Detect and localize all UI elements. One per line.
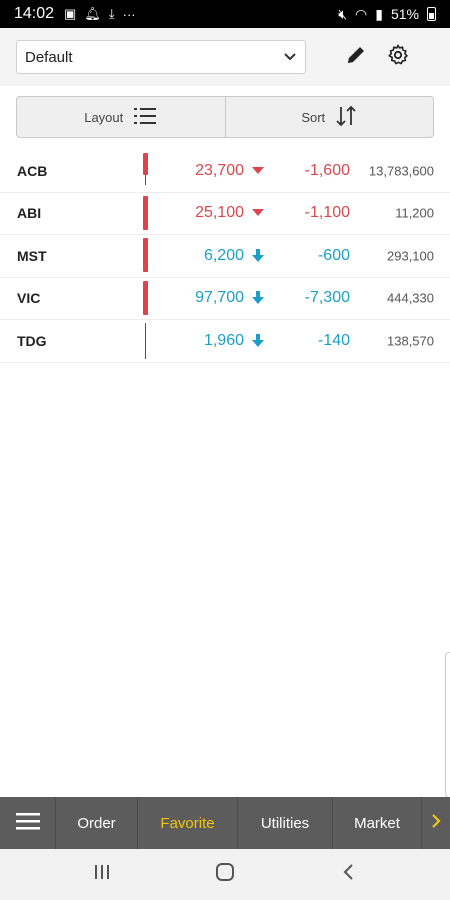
settings-button[interactable] [378, 37, 418, 77]
stock-price: 1,960 [203, 331, 244, 349]
tab-utilities-label: Utilities [260, 814, 310, 832]
bottom-nav: Order Favorite Utilities Market [0, 797, 450, 849]
stock-volume: 138,570 [387, 333, 434, 349]
price-bar [143, 193, 148, 235]
back-icon [341, 862, 355, 887]
sort-label: Sort [301, 109, 326, 125]
mute-icon: 🔇︎ [338, 5, 348, 22]
side-scroll-handle[interactable] [445, 652, 450, 798]
back-button[interactable] [328, 855, 368, 895]
stock-change: -1,100 [304, 204, 350, 222]
stock-change: -1,600 [304, 161, 350, 179]
gear-icon [386, 43, 410, 72]
stock-volume: 444,330 [387, 290, 434, 306]
tab-favorite-label: Favorite [160, 814, 215, 832]
battery-percent: 51% [390, 6, 419, 22]
watchlist-select[interactable]: Default [16, 40, 306, 74]
stock-row[interactable]: ACB 23,700 -1,600 13,783,600 [0, 150, 450, 193]
notification-icons: ▣ 🔔︎ ⤓ ··· [64, 6, 136, 22]
triangle-down-icon [251, 206, 265, 220]
stock-price: 97,700 [195, 289, 244, 307]
sort-button[interactable]: Sort [224, 97, 434, 137]
stock-price: 25,100 [195, 204, 244, 222]
list-icon [133, 106, 157, 129]
hamburger-icon [15, 812, 40, 835]
stock-symbol: ACB [17, 162, 48, 179]
price-bar [143, 235, 148, 277]
price-bar [143, 278, 148, 320]
stock-row[interactable]: ABI 25,100 -1,100 11,200 [0, 193, 450, 235]
recent-apps-button[interactable] [82, 855, 122, 895]
battery-icon [427, 7, 436, 21]
tab-market-label: Market [354, 814, 400, 832]
price-bar [143, 150, 148, 192]
stock-volume: 293,100 [387, 248, 434, 264]
status-bar: 14:02 ▣ 🔔︎ ⤓ ··· 🔇︎ ◠ ▮ 51% [0, 0, 450, 28]
home-button[interactable] [205, 855, 245, 895]
layout-button[interactable]: Layout [17, 97, 225, 137]
tab-order[interactable]: Order [56, 797, 138, 849]
edit-watchlist-button[interactable] [336, 37, 376, 77]
pencil-icon [345, 44, 367, 71]
stock-price: 23,700 [195, 161, 244, 179]
watchlist-select-value: Default [25, 48, 73, 66]
layout-label: Layout [84, 109, 124, 125]
chevron-down-icon [283, 49, 297, 66]
tab-order-label: Order [77, 814, 116, 832]
arrow-down-icon [251, 248, 265, 263]
recent-apps-icon [92, 863, 112, 886]
tab-utilities[interactable]: Utilities [238, 797, 333, 849]
stock-symbol: TDG [17, 332, 47, 349]
arrow-down-icon [251, 333, 265, 348]
tab-favorite[interactable]: Favorite [138, 797, 238, 849]
stock-list: ACB 23,700 -1,600 13,783,600 ABI 25,100 -1,100… [0, 150, 450, 363]
stock-symbol: MST [17, 247, 47, 264]
system-nav-bar [0, 849, 450, 900]
stock-volume: 13,783,600 [368, 163, 434, 179]
tab-market[interactable]: Market [333, 797, 422, 849]
signal-icon: ▮ [375, 5, 383, 22]
menu-button[interactable] [0, 797, 56, 849]
price-bar [143, 320, 147, 362]
arrow-down-icon [251, 291, 265, 305]
wifi-icon: ◠ [355, 5, 368, 22]
stock-price: 6,200 [203, 246, 244, 264]
image-icon: ▣ [64, 6, 77, 21]
chevron-right-icon [431, 813, 441, 834]
status-time: 14:02 [14, 5, 55, 22]
more-tabs-button[interactable] [422, 797, 450, 849]
stock-change: -7,300 [304, 289, 350, 307]
stock-change: -140 [317, 331, 350, 349]
stock-symbol: ABI [17, 205, 42, 222]
stock-row[interactable]: MST 6,200 -600 293,100 [0, 235, 450, 278]
sort-icon [335, 104, 357, 131]
stock-change: -600 [317, 246, 350, 264]
stock-volume: 11,200 [395, 205, 434, 221]
app-header: Default [0, 28, 450, 86]
home-icon [215, 862, 235, 887]
stock-row[interactable]: VIC 97,700 -7,300 444,330 [0, 278, 450, 320]
bell-icon: 🔔︎ [84, 6, 101, 21]
triangle-down-icon [251, 164, 265, 178]
more-notifications-icon: ··· [122, 6, 136, 22]
download-icon: ⤓ [108, 6, 115, 21]
list-toolbar: Layout Sort [16, 96, 434, 138]
stock-symbol: VIC [17, 290, 41, 307]
stock-row[interactable]: TDG 1,960 -140 138,570 [0, 320, 450, 363]
